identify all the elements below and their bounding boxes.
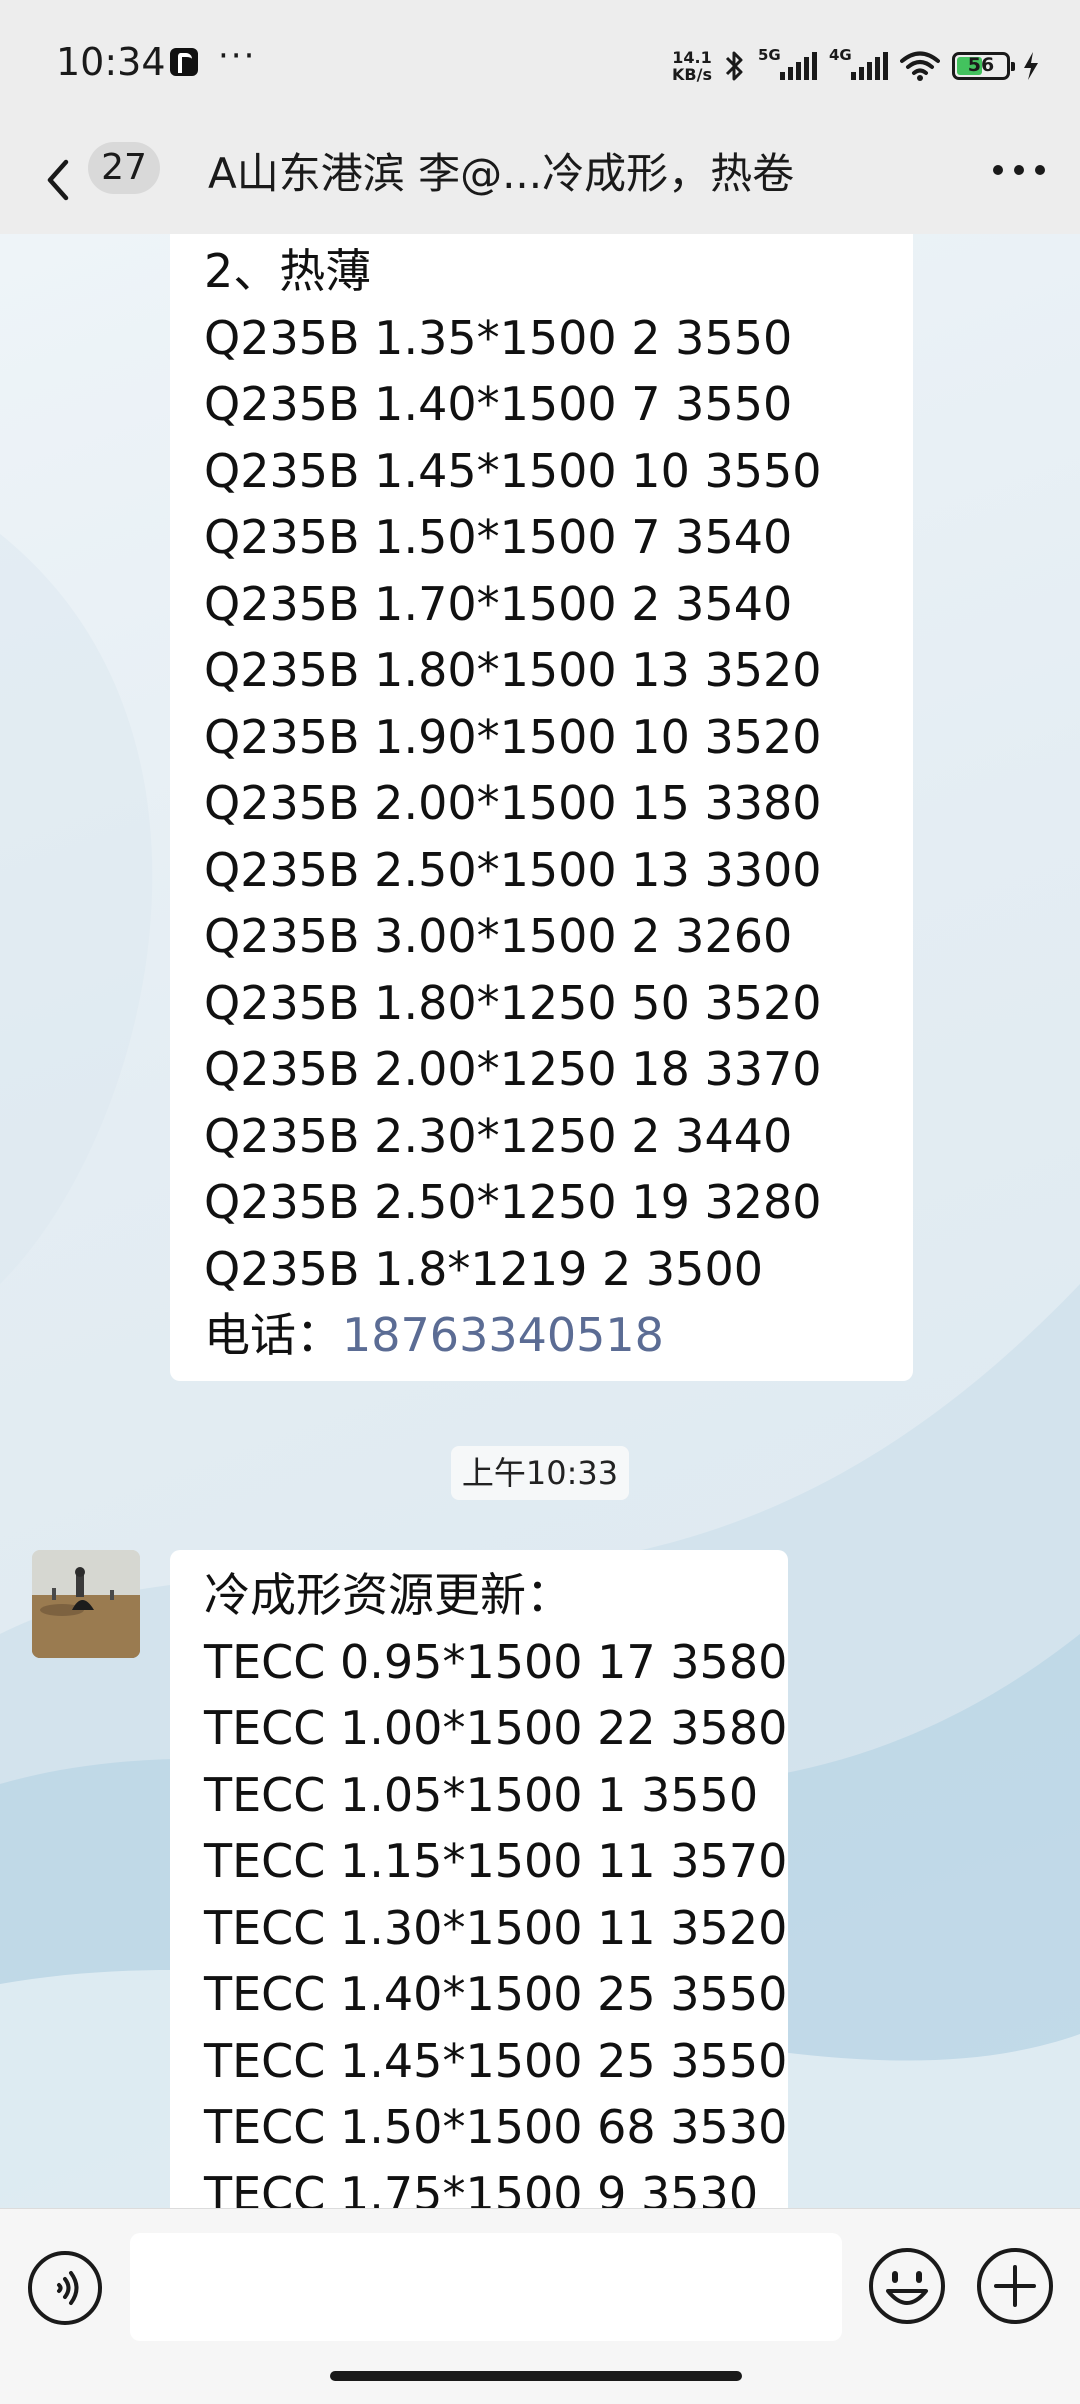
message-line: TECC 1.05*1500 1 3550	[204, 1767, 759, 1822]
signal-4g-icon: 4G	[829, 46, 888, 80]
sender-avatar[interactable]	[32, 1550, 140, 1658]
more-icon[interactable]	[992, 164, 1046, 176]
status-time: 10:34	[56, 40, 166, 84]
message-line: Q235B 1.50*1500 7 3540	[204, 510, 793, 564]
back-icon[interactable]	[38, 150, 78, 210]
message-line: TECC 1.45*1500 25 3550	[204, 2033, 788, 2088]
message-line: TECC 1.30*1500 11 3520	[204, 1900, 788, 1955]
message-line: Q235B 2.30*1250 2 3440	[204, 1108, 793, 1163]
message-text: 2、热薄 Q235B 1.35*1500 2 3550 Q235B 1.40*150…	[204, 238, 879, 1302]
message-timestamp: 上午10:33	[451, 1446, 629, 1500]
phone-number-link[interactable]: 18763340518	[342, 1308, 664, 1362]
message-line: Q235B 2.00*1500 15 3380	[204, 776, 822, 830]
message-line: Q235B 2.50*1250 19 3280	[204, 1175, 822, 1229]
message-line: Q235B 1.80*1500 13 3520	[204, 643, 822, 697]
message-line: Q235B 1.45*1500 10 3550	[204, 443, 822, 498]
message-line: Q235B 2.00*1250 18 3370	[204, 1042, 822, 1096]
voice-input-button[interactable]	[26, 2249, 104, 2327]
message-line: Q235B 3.00*1500 2 3260	[204, 909, 793, 963]
chat-message-list[interactable]: 2、热薄 Q235B 1.35*1500 2 3550 Q235B 1.40*150…	[0, 234, 1080, 2208]
network-speed: 14.1 KB/s	[672, 48, 712, 84]
message-line: TECC 0.95*1500 17 3580	[204, 1634, 788, 1689]
message-line: Q235B 1.70*1500 2 3540	[204, 576, 793, 631]
plus-icon[interactable]	[974, 2245, 1056, 2327]
message-bubble[interactable]: 2、热薄 Q235B 1.35*1500 2 3550 Q235B 1.40*150…	[170, 234, 913, 1381]
tiktok-notification-icon	[170, 48, 198, 76]
bluetooth-icon	[725, 51, 743, 81]
message-line: TECC 1.50*1500 68 3530	[204, 2100, 788, 2154]
message-line: Q235B 1.80*1250 50 3520	[204, 975, 822, 1030]
message-bubble[interactable]: 冷成形资源更新： TECC 0.95*1500 17 3580 TECC 1.00*…	[170, 1550, 788, 2208]
message-line: Q235B 1.40*1500 7 3550	[204, 377, 793, 431]
message-line: Q235B 1.90*1500 10 3520	[204, 709, 822, 764]
status-bar: 10:34 ··· 14.1 KB/s 5G 4G 56	[0, 0, 1080, 128]
message-line: Q235B 1.8*1219 2 3500	[204, 1241, 763, 1296]
charging-icon	[1024, 52, 1038, 80]
home-indicator[interactable]	[330, 2371, 742, 2381]
phone-label: 电话：	[204, 1308, 342, 1362]
signal-5g-icon: 5G	[758, 46, 817, 80]
message-line: TECC 1.00*1500 22 3580	[204, 1701, 788, 1755]
status-more-notifications: ···	[218, 36, 257, 76]
chat-title: A山东港滨 李@...冷成形，热卷	[208, 149, 795, 198]
message-line: 冷成形资源更新：	[204, 1568, 572, 1622]
message-line: TECC 1.40*1500 25 3550	[204, 1967, 788, 2021]
message-line: 2、热薄	[204, 244, 372, 298]
wifi-icon	[900, 51, 940, 81]
message-line: TECC 1.15*1500 11 3570	[204, 1834, 788, 1888]
avatar-image	[32, 1550, 140, 1658]
message-line: TECC 1.75*1500 9 3530	[204, 2166, 759, 2209]
emoji-icon[interactable]	[866, 2245, 948, 2327]
message-line: Q235B 1.35*1500 2 3550	[204, 310, 793, 365]
phone-line: 电话：18763340518	[204, 1302, 879, 1369]
message-line: Q235B 2.50*1500 13 3300	[204, 842, 822, 897]
status-indicators: 14.1 KB/s 5G 4G 56	[672, 44, 1040, 88]
unread-count-badge[interactable]: 27	[88, 142, 160, 194]
message-text-input[interactable]	[130, 2233, 842, 2341]
message-text: 冷成形资源更新： TECC 0.95*1500 17 3580 TECC 1.00*…	[204, 1562, 788, 2209]
chat-header: 27 A山东港滨 李@...冷成形，热卷	[0, 128, 1080, 235]
battery-icon: 56	[952, 52, 1015, 80]
